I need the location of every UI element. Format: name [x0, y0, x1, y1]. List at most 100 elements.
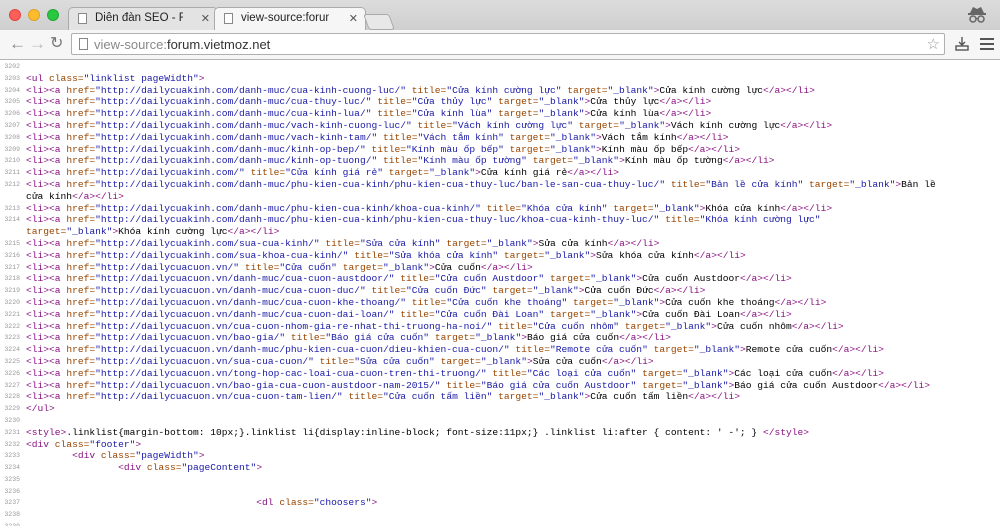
line-code: <li><a href="http://dailycuacuon.vn/danh… — [26, 296, 827, 308]
line-code: <ul class="linklist pageWidth"> — [26, 72, 205, 84]
source-line: 3232 <div class="footer"> — [0, 439, 1000, 451]
line-code: <li><a href="http://dailycuakinh.com/dan… — [26, 108, 712, 120]
line-number: 3217 — [4, 263, 20, 271]
source-line: 3203 <ul class="linklist pageWidth"> — [0, 73, 1000, 85]
source-line: 3224 <li><a href="http://dailycuacuon.vn/… — [0, 344, 1000, 356]
line-number: 3211 — [4, 169, 20, 177]
back-arrow-icon[interactable]: ← — [9, 34, 26, 54]
source-line: 3228 <li><a href="http://dailycuacuon.vn/… — [0, 391, 1000, 403]
source-line: 3219 <li><a href="http://dailycuacuon.vn/… — [0, 285, 1000, 297]
line-number: 3206 — [4, 110, 20, 118]
line-number: 3219 — [4, 287, 20, 295]
line-code: <li><a href="http://dailycuakinh.com/dan… — [26, 143, 740, 155]
zoom-window-button[interactable] — [47, 9, 59, 21]
line-code: <li><a href="http://dailycuakinh.com/sua… — [26, 237, 660, 249]
line-code: <div class="footer"> — [26, 438, 142, 450]
source-line: 3211 <li><a href="http://dailycuakinh.com… — [0, 167, 1000, 179]
close-window-button[interactable] — [9, 9, 21, 21]
line-number: 3232 — [4, 440, 20, 448]
line-code: <li><a href="http://dailycuacuon.vn/bao-… — [26, 379, 930, 391]
line-code: <li><a href="http://dailycuacuon.vn/" ti… — [26, 261, 533, 273]
tab-view-source[interactable]: view-source:forum.vietmoz ✕ — [214, 7, 366, 30]
line-number: 3203 — [4, 74, 20, 82]
line-code: <li><a href="http://dailycuacuon.vn/sua-… — [26, 355, 654, 367]
line-code: <li><a href="http://dailycuakinh.com/dan… — [26, 131, 729, 143]
source-line: 3226 <li><a href="http://dailycuacuon.vn/… — [0, 368, 1000, 380]
line-code: <li><a href="http://dailycuakinh.com/dan… — [26, 202, 833, 214]
source-line: 3218 <li><a href="http://dailycuacuon.vn/… — [0, 273, 1000, 285]
line-number: 3205 — [4, 98, 20, 106]
line-number: 3238 — [4, 511, 20, 519]
line-code: <div class="pageWidth"> — [72, 450, 205, 462]
line-code: target="_blank">Khóa kính cường lực</a><… — [26, 226, 280, 238]
line-number: 3207 — [4, 121, 20, 129]
source-line: 3223 <li><a href="http://dailycuacuon.vn/… — [0, 332, 1000, 344]
new-tab-button[interactable] — [363, 14, 395, 30]
line-number: 3224 — [4, 346, 20, 354]
source-line: 3204 <li><a href="http://dailycuakinh.com… — [0, 85, 1000, 97]
line-code: <li><a href="http://dailycuakinh.com/dan… — [26, 214, 821, 226]
line-code: <li><a href="http://dailycuacuon.vn/bao-… — [26, 332, 671, 344]
line-number: 3216 — [4, 251, 20, 259]
line-code: <li><a href="http://dailycuakinh.com/dan… — [26, 178, 936, 190]
tab-close-icon[interactable]: ✕ — [201, 12, 210, 25]
source-line: 3225 <li><a href="http://dailycuacuon.vn/… — [0, 356, 1000, 368]
line-number: 3202 — [4, 63, 20, 70]
source-line: 3239 — [0, 521, 1000, 526]
browser-toolbar: ← → ↻ view-source:forum.vietmoz.net ☆ — [0, 30, 1000, 60]
reload-icon[interactable]: ↻ — [50, 34, 63, 54]
bookmark-star-icon[interactable]: ☆ — [927, 35, 940, 53]
address-url[interactable]: view-source:forum.vietmoz.net — [94, 37, 270, 52]
line-number: 3233 — [4, 452, 20, 460]
tab-title: Diễn đàn SEO - Forum SEO — [95, 12, 183, 24]
line-number: 3215 — [4, 239, 20, 247]
line-number: 3221 — [4, 310, 20, 318]
line-number: 3235 — [4, 475, 20, 483]
line-code: <li><a href="http://dailycuakinh.com/dan… — [26, 96, 712, 108]
extension-icon[interactable] — [955, 36, 969, 52]
source-line: 3222 <li><a href="http://dailycuacuon.vn/… — [0, 321, 1000, 333]
line-number: 3231 — [4, 428, 20, 436]
line-number: 3209 — [4, 145, 20, 153]
line-number: 3234 — [4, 464, 20, 472]
incognito-icon — [968, 7, 986, 23]
line-code: <dl class="choosers"> — [256, 497, 378, 509]
line-code: <li><a href="http://dailycuacuon.vn/cua-… — [26, 320, 844, 332]
line-number: 3218 — [4, 275, 20, 283]
tab-close-icon[interactable]: ✕ — [349, 12, 358, 25]
source-line: 3209 <li><a href="http://dailycuakinh.com… — [0, 144, 1000, 156]
source-line: 3207 <li><a href="http://dailycuakinh.com… — [0, 120, 1000, 132]
line-number: 3228 — [4, 393, 20, 401]
tab-forum[interactable]: Diễn đàn SEO - Forum SEO ✕ — [68, 7, 218, 30]
source-line: 3231 <style>.linklist{margin-bottom: 10px… — [0, 427, 1000, 439]
line-number: 3237 — [4, 499, 20, 507]
line-number: 3223 — [4, 334, 20, 342]
menu-icon[interactable] — [980, 38, 994, 53]
source-line: 3205 <li><a href="http://dailycuakinh.com… — [0, 96, 1000, 108]
source-line: 3212 <li><a href="http://dailycuakinh.com… — [0, 179, 1000, 191]
forward-arrow-icon[interactable]: → — [29, 34, 46, 54]
source-line: 3217 <li><a href="http://dailycuacuon.vn/… — [0, 262, 1000, 274]
line-code: <div class="pageContent"> — [118, 462, 263, 474]
address-bar[interactable]: view-source:forum.vietmoz.net ☆ — [71, 33, 945, 55]
line-number: 3208 — [4, 133, 20, 141]
line-code: cửa kính</a></li> — [26, 190, 124, 202]
minimize-window-button[interactable] — [28, 9, 40, 21]
line-number: 3236 — [4, 487, 20, 495]
source-line: 3202 — [0, 61, 1000, 73]
source-view: 3202 3203 <ul class="linklist pageWidth"> 3… — [0, 61, 1000, 526]
line-code: <li><a href="http://dailycuakinh.com/sua… — [26, 249, 746, 261]
line-code: <li><a href="http://dailycuakinh.com/" t… — [26, 167, 620, 179]
line-code: </ul> — [26, 403, 55, 415]
source-line: 3214 <li><a href="http://dailycuakinh.com… — [0, 214, 1000, 226]
tab-strip: Diễn đàn SEO - Forum SEO ✕ view-source:f… — [0, 0, 1000, 30]
source-line: 3229 </ul> — [0, 403, 1000, 415]
source-line: target="_blank">Khóa kính cường lực</a><… — [0, 226, 1000, 238]
line-code: <li><a href="http://dailycuacuon.vn/danh… — [26, 308, 792, 320]
line-number: 3213 — [4, 204, 20, 212]
line-number: 3229 — [4, 405, 20, 413]
line-number: 3226 — [4, 369, 20, 377]
line-code: <li><a href="http://dailycuacuon.vn/danh… — [26, 273, 792, 285]
tab-title: view-source:forum.vietmoz — [241, 12, 329, 24]
source-line: 3215 <li><a href="http://dailycuakinh.com… — [0, 238, 1000, 250]
